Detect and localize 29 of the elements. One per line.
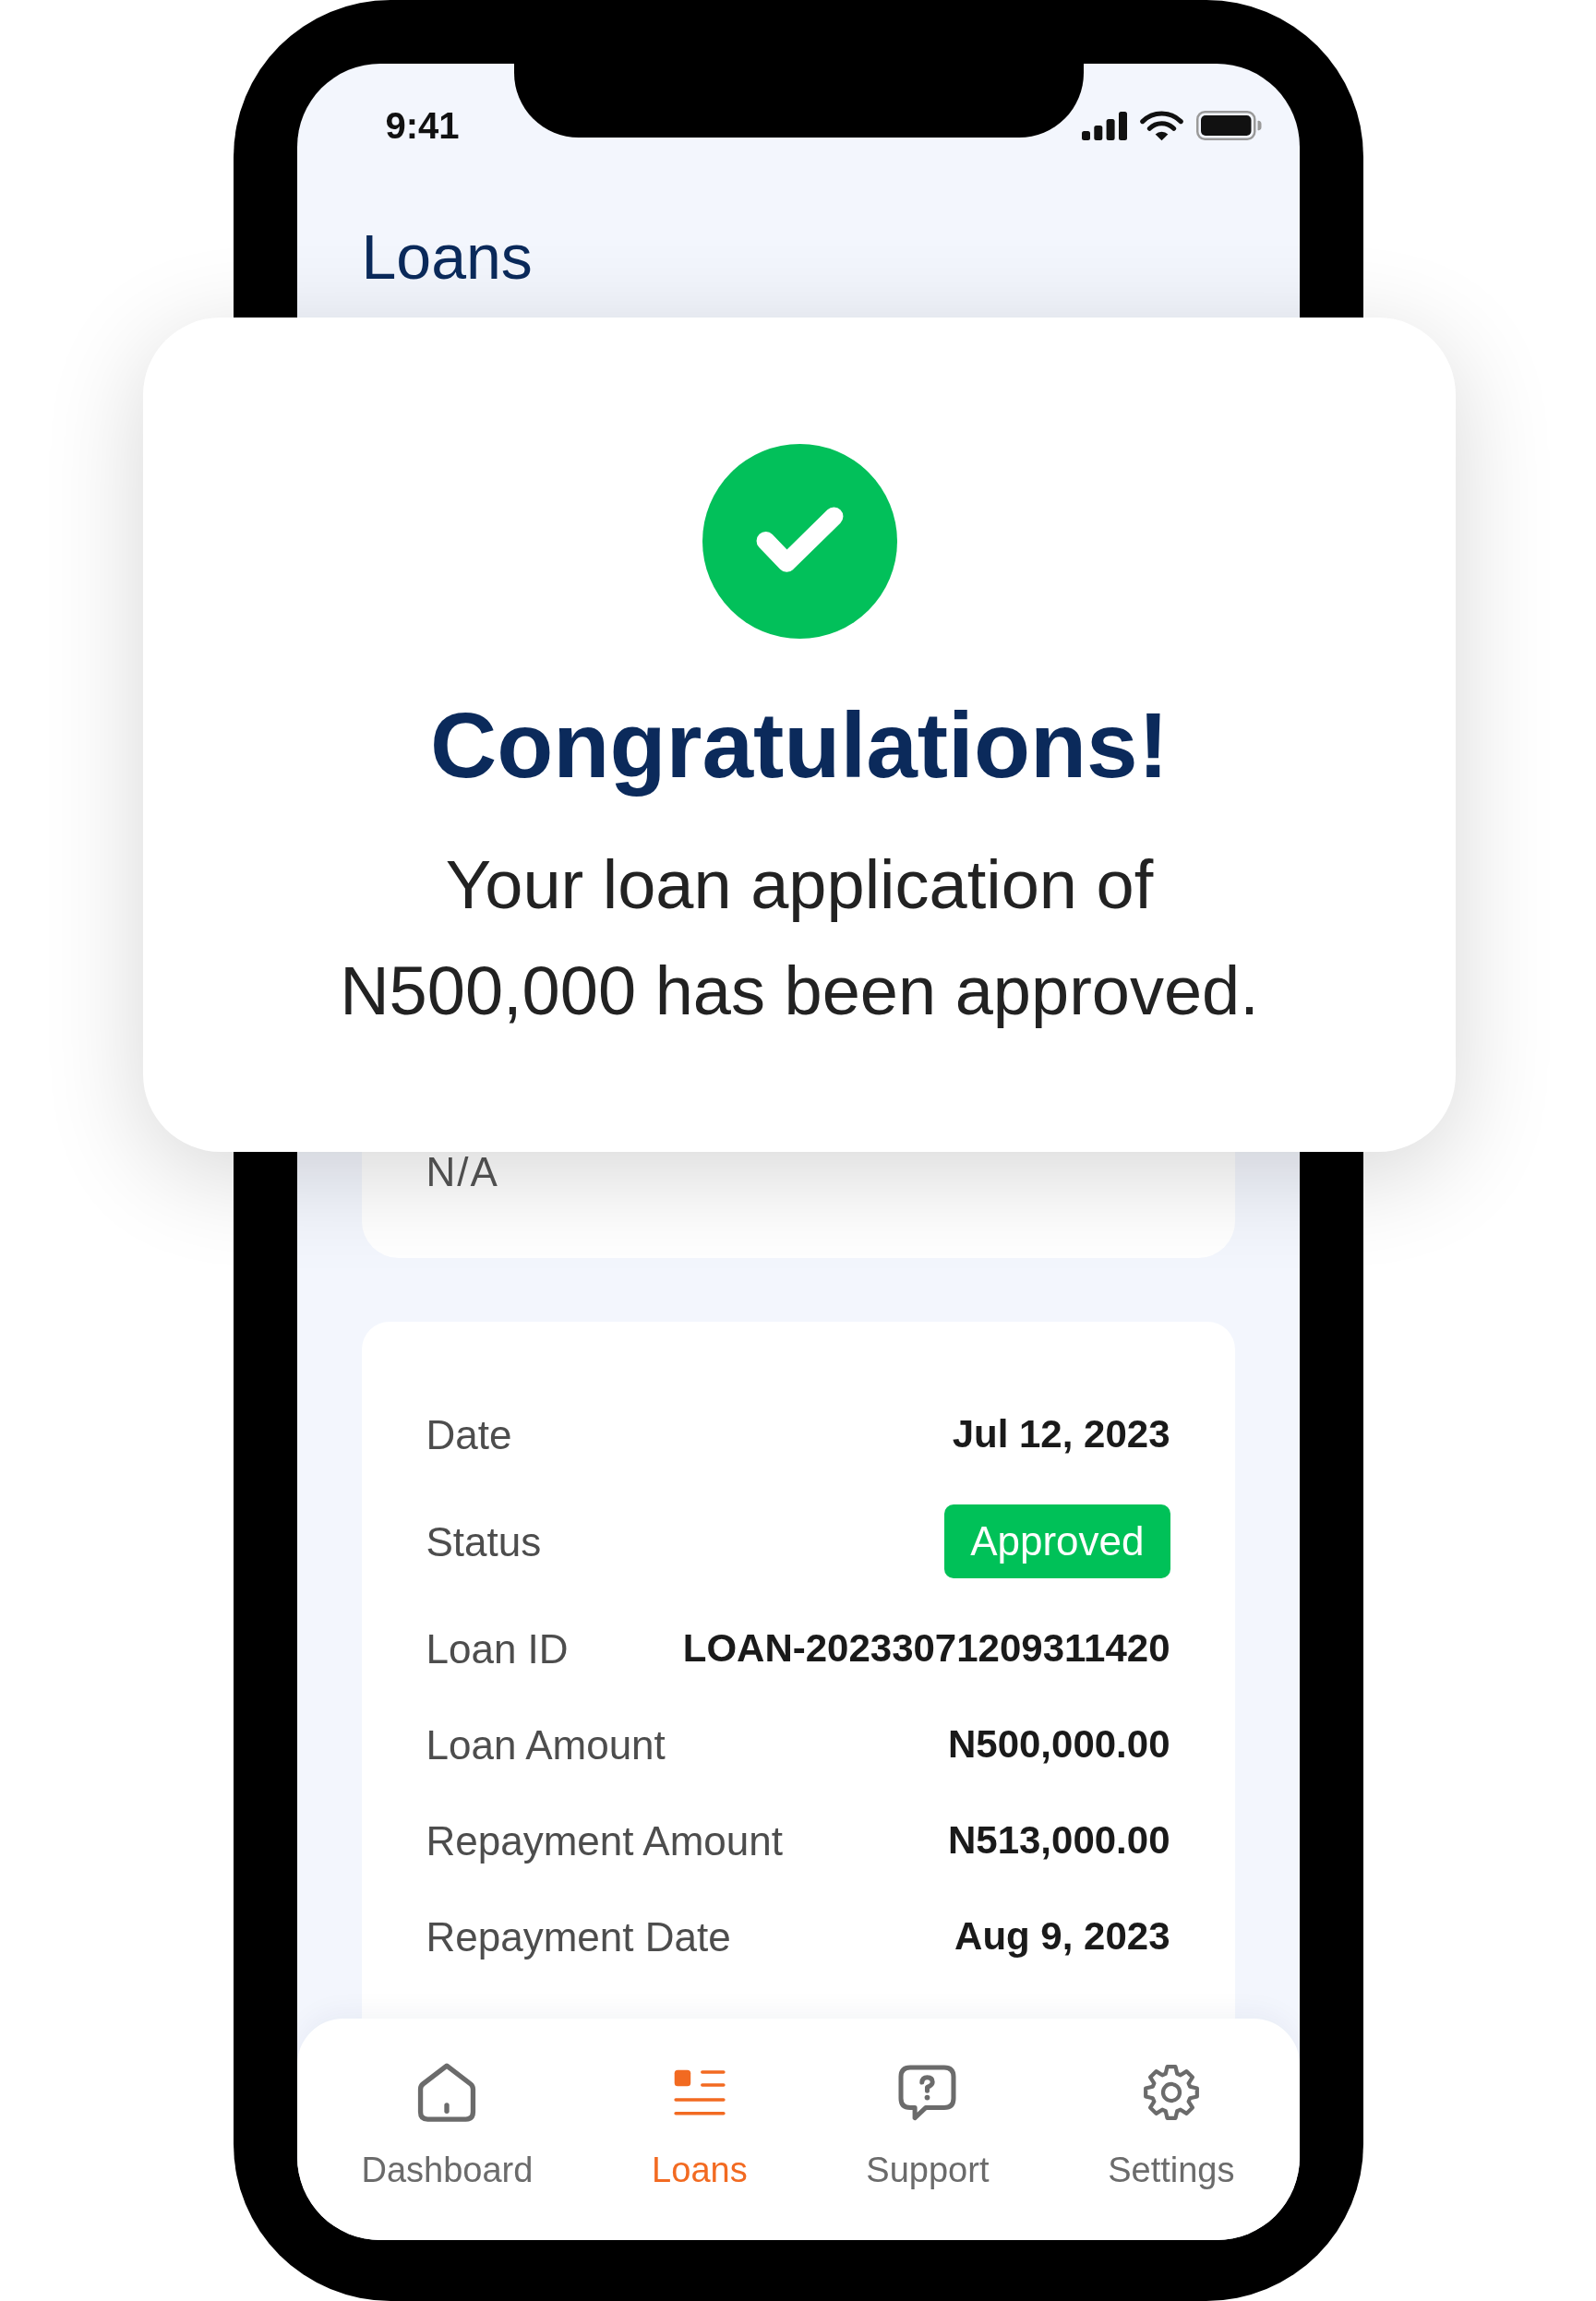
nav-tab[interactable]: Dashboard	[361, 2063, 534, 2191]
detail-label: Loan ID	[426, 1624, 569, 1673]
detail-value: LOAN-20233071209311420	[682, 1625, 1170, 1672]
detail-value: N500,000.00	[947, 1721, 1170, 1768]
detail-label: Repayment Amount	[426, 1816, 783, 1865]
detail-value: N513,000.00	[947, 1817, 1170, 1864]
dialog-message: Your loan application of N500,000 has been approved.	[339, 845, 1260, 1031]
detail-value: Jul 12, 2023	[952, 1411, 1170, 1457]
help-bubble-icon	[898, 2064, 957, 2121]
nav-tab[interactable]: Support	[866, 2063, 990, 2191]
battery-icon	[1195, 111, 1262, 140]
home-icon	[417, 2063, 477, 2122]
info-value: N/A	[426, 1148, 499, 1196]
detail-label: Status	[426, 1517, 542, 1566]
dialog-title: Congratulations!	[430, 692, 1169, 798]
detail-label: Loan Amount	[426, 1720, 666, 1769]
list-icon	[673, 2069, 726, 2115]
nav-tab[interactable]: Loans	[652, 2063, 748, 2191]
status-badge: Approved	[944, 1504, 1170, 1578]
signal-icon	[1081, 111, 1127, 140]
detail-label: Date	[426, 1410, 512, 1459]
detail-label: Repayment Date	[426, 1912, 731, 1961]
wifi-icon	[1139, 110, 1183, 141]
nav-tab[interactable]: Settings	[1108, 2063, 1235, 2191]
check-circle-icon	[702, 444, 897, 639]
detail-value: Aug 9, 2023	[954, 1913, 1170, 1959]
page-title: Loans	[361, 221, 533, 294]
status-time: 9:41	[385, 104, 460, 148]
settings-icon	[1142, 2064, 1200, 2121]
